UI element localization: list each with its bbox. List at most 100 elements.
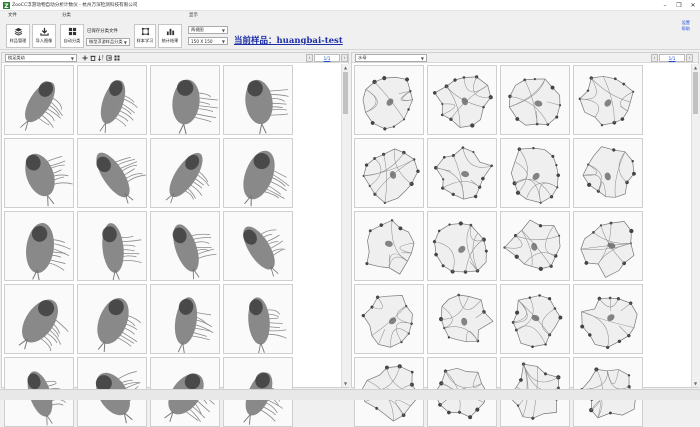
specimen-thumbnail[interactable] <box>4 284 74 354</box>
app-logo-icon: Z <box>2 1 10 9</box>
specimen-image <box>174 297 214 353</box>
maximize-button[interactable]: ❐ <box>672 0 686 11</box>
specimen-thumbnail[interactable] <box>500 65 570 135</box>
specimen-image <box>365 219 415 275</box>
right-scrollbar[interactable]: ▲ ▼ <box>691 64 699 387</box>
help-link[interactable]: 帮助 <box>682 26 690 32</box>
toolbar: 文件 分类 显示 样品管理 导入图像 自动分类 已保存分类文件 微型浮游样品分类… <box>0 11 700 50</box>
chevron-down-icon: ▼ <box>123 39 127 45</box>
right-scroll-thumb[interactable] <box>693 72 698 114</box>
scroll-down-icon[interactable]: ▼ <box>692 380 699 387</box>
right-next-button[interactable]: › <box>686 54 693 62</box>
left-prev-button[interactable]: ‹ <box>306 54 313 62</box>
specimen-thumbnail[interactable] <box>223 138 293 208</box>
specimen-thumbnail[interactable] <box>500 284 570 354</box>
specimen-thumbnail[interactable] <box>354 211 424 281</box>
chevron-down-icon: ▼ <box>221 27 225 33</box>
group-label-display: 显示 <box>189 13 198 18</box>
specimen-thumbnail[interactable] <box>573 211 643 281</box>
right-page-indicator[interactable]: 1/1 <box>659 54 685 62</box>
specimen-image <box>18 299 69 351</box>
sample-learn-button[interactable]: 样本学习 <box>134 24 156 48</box>
specimen-image <box>96 152 146 204</box>
specimen-thumbnail[interactable] <box>150 211 220 281</box>
specimen-thumbnail[interactable] <box>77 284 147 354</box>
left-category-select[interactable]: 桡足类幼 ▼ <box>5 54 77 62</box>
right-prev-button[interactable]: ‹ <box>651 54 658 62</box>
delete-icon[interactable] <box>89 54 96 62</box>
bar-chart-icon <box>166 27 175 36</box>
specimen-image <box>432 75 493 128</box>
close-button[interactable]: ✕ <box>686 0 700 11</box>
template-select[interactable]: 微型浮游样品分类 ▼ <box>86 38 130 46</box>
specimen-thumbnail[interactable] <box>354 138 424 208</box>
specimen-image <box>99 80 138 134</box>
specimen-image <box>362 76 413 131</box>
stats-result-button[interactable]: 统计结果 <box>158 24 182 48</box>
specimen-thumbnail[interactable] <box>150 65 220 135</box>
left-pagination: ‹ 1/1 › <box>306 54 348 62</box>
auto-classify-button[interactable]: 自动分类 <box>60 24 84 48</box>
left-scroll-thumb[interactable] <box>343 72 348 114</box>
specimen-image <box>362 148 420 204</box>
sample-manage-label: 样品管理 <box>9 38 27 43</box>
specimen-thumbnail[interactable] <box>77 211 147 281</box>
minimize-button[interactable]: – <box>658 0 672 11</box>
specimen-thumbnail[interactable] <box>427 211 497 281</box>
size-select-value: 150 X 150 <box>191 38 213 44</box>
sort-icon[interactable] <box>97 54 104 62</box>
specimen-thumbnail[interactable] <box>4 211 74 281</box>
specimen-thumbnail[interactable] <box>500 138 570 208</box>
scroll-up-icon[interactable]: ▲ <box>692 64 699 71</box>
left-category-value: 桡足类幼 <box>8 55 25 60</box>
specimen-thumbnail[interactable] <box>223 284 293 354</box>
specimen-thumbnail[interactable] <box>573 284 643 354</box>
grid-view-icon[interactable] <box>113 54 120 62</box>
specimen-thumbnail[interactable] <box>573 138 643 208</box>
specimen-thumbnail[interactable] <box>427 65 497 135</box>
specimen-thumbnail[interactable] <box>573 65 643 135</box>
specimen-image <box>243 226 286 277</box>
specimen-image <box>248 297 287 353</box>
specimen-thumbnail[interactable] <box>223 65 293 135</box>
right-panel-toolbar: 水母 ▼ ‹ 1/1 › <box>352 53 698 63</box>
scroll-down-icon[interactable]: ▼ <box>342 380 349 387</box>
crop-icon <box>141 27 150 36</box>
right-pagination: ‹ 1/1 › <box>651 54 693 62</box>
specimen-thumbnail[interactable] <box>77 138 147 208</box>
specimen-image <box>578 75 635 127</box>
view-select[interactable]: 两视图 ▼ <box>188 26 228 34</box>
specimen-thumbnail[interactable] <box>150 284 220 354</box>
left-page-indicator[interactable]: 1/1 <box>314 54 340 62</box>
specimen-image <box>20 81 63 131</box>
status-bar <box>0 389 700 400</box>
specimen-thumbnail[interactable] <box>427 138 497 208</box>
specimen-thumbnail[interactable] <box>354 284 424 354</box>
scroll-up-icon[interactable]: ▲ <box>342 64 349 71</box>
specimen-image <box>432 221 488 274</box>
specimen-thumbnail[interactable] <box>150 138 220 208</box>
size-select[interactable]: 150 X 150 ▼ <box>188 37 228 45</box>
specimen-image <box>243 150 290 207</box>
specimen-thumbnail[interactable] <box>4 65 74 135</box>
left-next-button[interactable]: › <box>341 54 348 62</box>
right-category-select[interactable]: 水母 ▼ <box>355 54 427 62</box>
chevron-down-icon: ▼ <box>221 38 225 44</box>
specimen-thumbnail[interactable] <box>77 65 147 135</box>
specimen-thumbnail[interactable] <box>4 138 74 208</box>
specimen-thumbnail[interactable] <box>354 65 424 135</box>
export-icon[interactable] <box>105 54 112 62</box>
sample-manage-button[interactable]: 样品管理 <box>6 24 30 48</box>
import-image-label: 导入图像 <box>35 38 53 43</box>
specimen-image <box>172 79 219 134</box>
left-scrollbar[interactable]: ▲ ▼ <box>341 64 349 387</box>
group-label-classify: 分类 <box>62 13 71 18</box>
current-sample-label: 当前样品：huangbai-test <box>234 36 343 46</box>
specimen-thumbnail[interactable] <box>223 211 293 281</box>
add-icon[interactable] <box>81 54 88 62</box>
grid-icon <box>68 27 77 36</box>
specimen-thumbnail[interactable] <box>427 284 497 354</box>
import-image-button[interactable]: 导入图像 <box>32 24 56 48</box>
group-label-file: 文件 <box>8 13 17 18</box>
specimen-thumbnail[interactable] <box>500 211 570 281</box>
